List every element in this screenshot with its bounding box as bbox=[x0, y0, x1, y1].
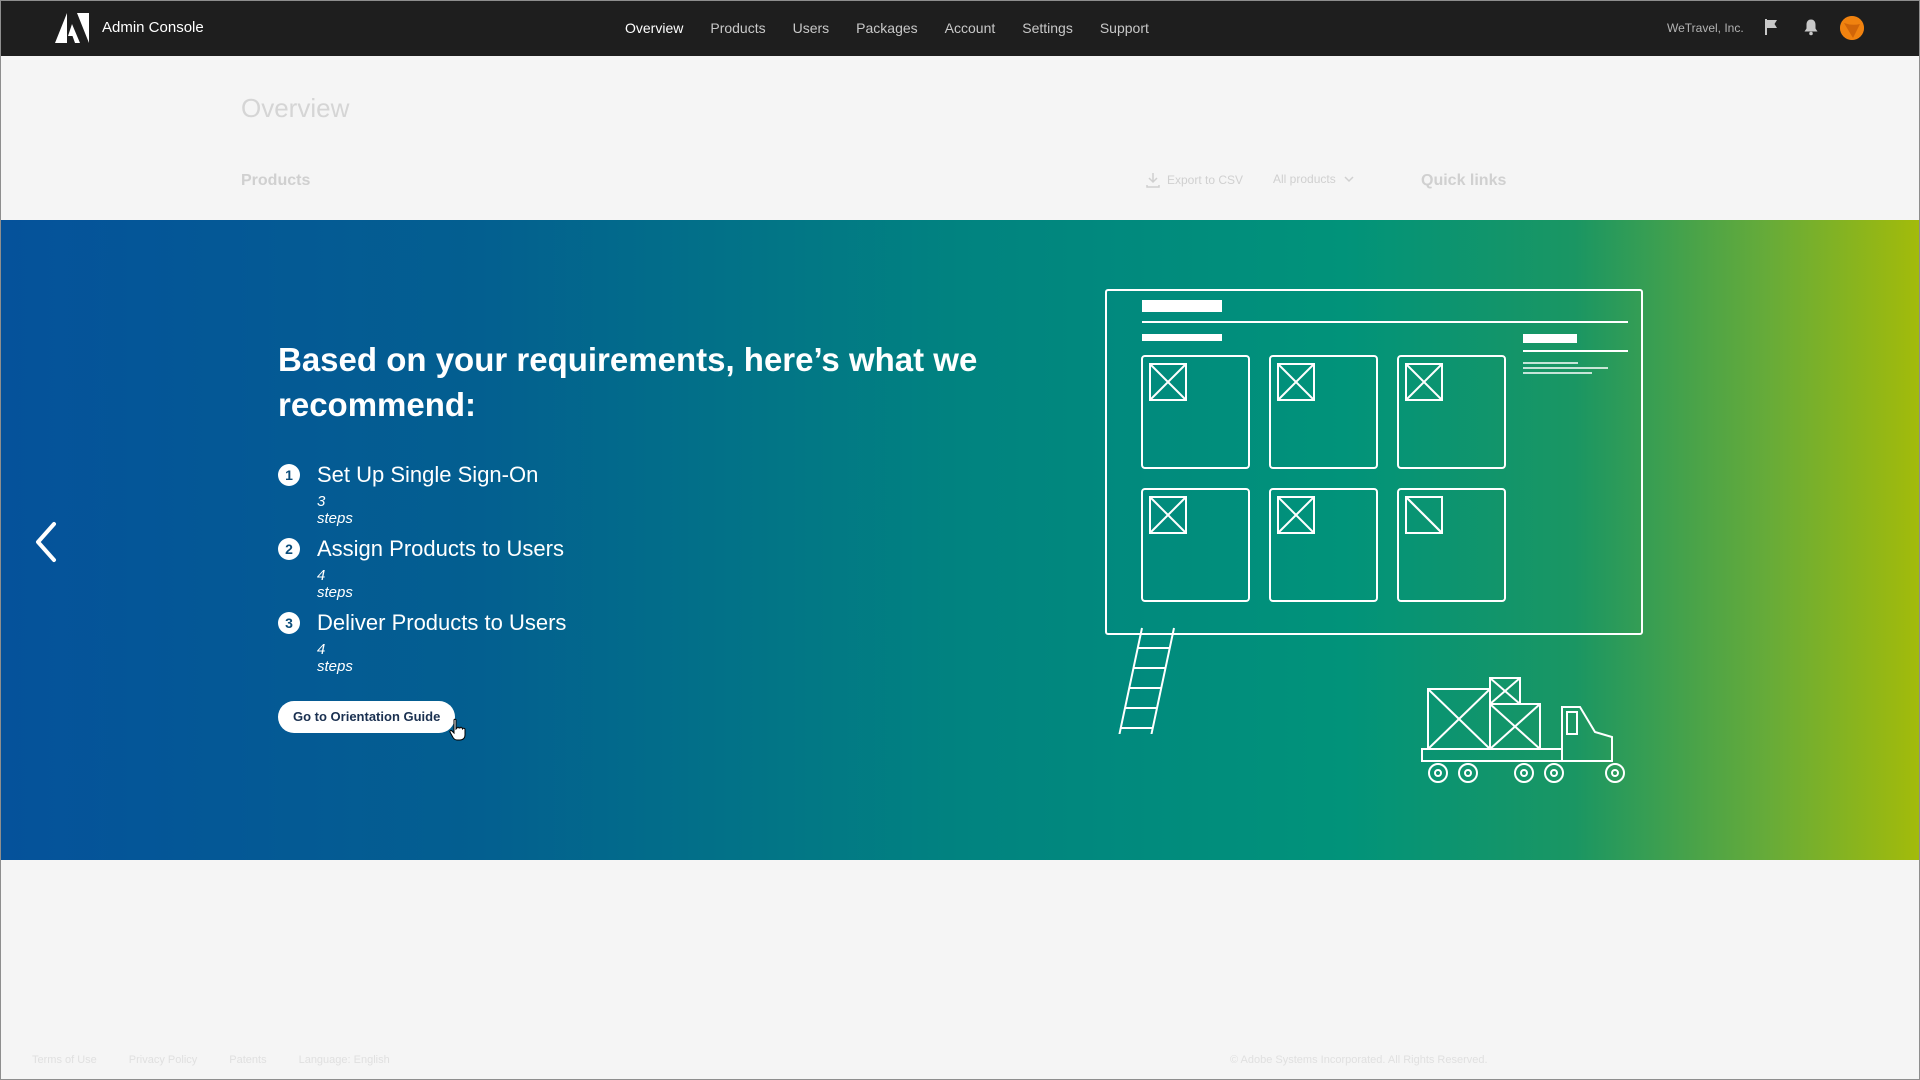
bell-icon[interactable] bbox=[1802, 18, 1820, 36]
step-number: 1 bbox=[278, 464, 300, 486]
storefront-illustration bbox=[1105, 289, 1643, 734]
product-tile bbox=[1269, 488, 1378, 602]
top-bar: Admin Console Overview Products Users Pa… bbox=[0, 0, 1920, 56]
copyright-text: © Adobe Systems Incorporated. All Rights… bbox=[1230, 1054, 1488, 1066]
chevron-down-icon bbox=[1344, 176, 1354, 183]
footer-link[interactable]: Terms of Use bbox=[32, 1054, 97, 1066]
user-avatar[interactable] bbox=[1840, 16, 1864, 40]
ladder bbox=[1118, 627, 1175, 734]
step-number: 3 bbox=[278, 612, 300, 634]
product-tile bbox=[1397, 355, 1506, 469]
banner-headline: Based on your requirements, here’s what … bbox=[278, 341, 978, 423]
step-title: Assign Products to Users bbox=[317, 536, 564, 561]
flag-icon[interactable] bbox=[1762, 18, 1780, 36]
nav-item-account[interactable]: Account bbox=[945, 20, 996, 36]
footer-link[interactable]: Patents bbox=[229, 1054, 266, 1066]
nav-item-settings[interactable]: Settings bbox=[1022, 20, 1073, 36]
footer-link[interactable]: Privacy Policy bbox=[129, 1054, 197, 1066]
step-count: 4 steps bbox=[317, 641, 353, 675]
step-title: Deliver Products to Users bbox=[317, 610, 567, 635]
filter-label: All products bbox=[1273, 172, 1336, 186]
language-selector[interactable]: Language: English bbox=[299, 1054, 390, 1066]
orientation-guide-button[interactable]: Go to Orientation Guide bbox=[278, 701, 456, 733]
export-csv-button[interactable]: Export to CSV bbox=[1145, 172, 1243, 188]
adobe-logo-icon[interactable] bbox=[55, 13, 89, 43]
step-title: Set Up Single Sign-On bbox=[317, 462, 539, 487]
step-count: 3 steps bbox=[317, 493, 353, 527]
main-nav: Overview Products Users Packages Account… bbox=[625, 20, 1176, 36]
step-count: 4 steps bbox=[317, 567, 353, 601]
product-tile bbox=[1141, 488, 1250, 602]
org-switcher[interactable]: WeTravel, Inc. bbox=[1667, 21, 1744, 35]
page-title: Overview bbox=[241, 93, 350, 123]
hand-cursor-icon bbox=[449, 718, 466, 741]
quick-links-heading: Quick links bbox=[1421, 172, 1507, 189]
app-title[interactable]: Admin Console bbox=[102, 19, 204, 36]
nav-item-users[interactable]: Users bbox=[793, 20, 830, 36]
nav-item-products[interactable]: Products bbox=[710, 20, 765, 36]
footer-links: Terms of Use Privacy Policy Patents Lang… bbox=[32, 1054, 390, 1066]
nav-item-overview[interactable]: Overview bbox=[625, 20, 683, 36]
chevron-left-icon[interactable] bbox=[30, 518, 66, 566]
nav-item-packages[interactable]: Packages bbox=[856, 20, 917, 36]
product-tile bbox=[1397, 488, 1506, 602]
products-section-label: Products bbox=[241, 172, 311, 189]
nav-item-support[interactable]: Support bbox=[1100, 20, 1149, 36]
product-filter-dropdown[interactable]: All products bbox=[1273, 172, 1354, 186]
download-icon bbox=[1146, 173, 1160, 188]
product-tile bbox=[1269, 355, 1378, 469]
export-label: Export to CSV bbox=[1167, 173, 1244, 187]
step-number: 2 bbox=[278, 538, 300, 560]
product-tile bbox=[1141, 355, 1250, 469]
delivery-truck-illustration bbox=[1421, 677, 1625, 783]
